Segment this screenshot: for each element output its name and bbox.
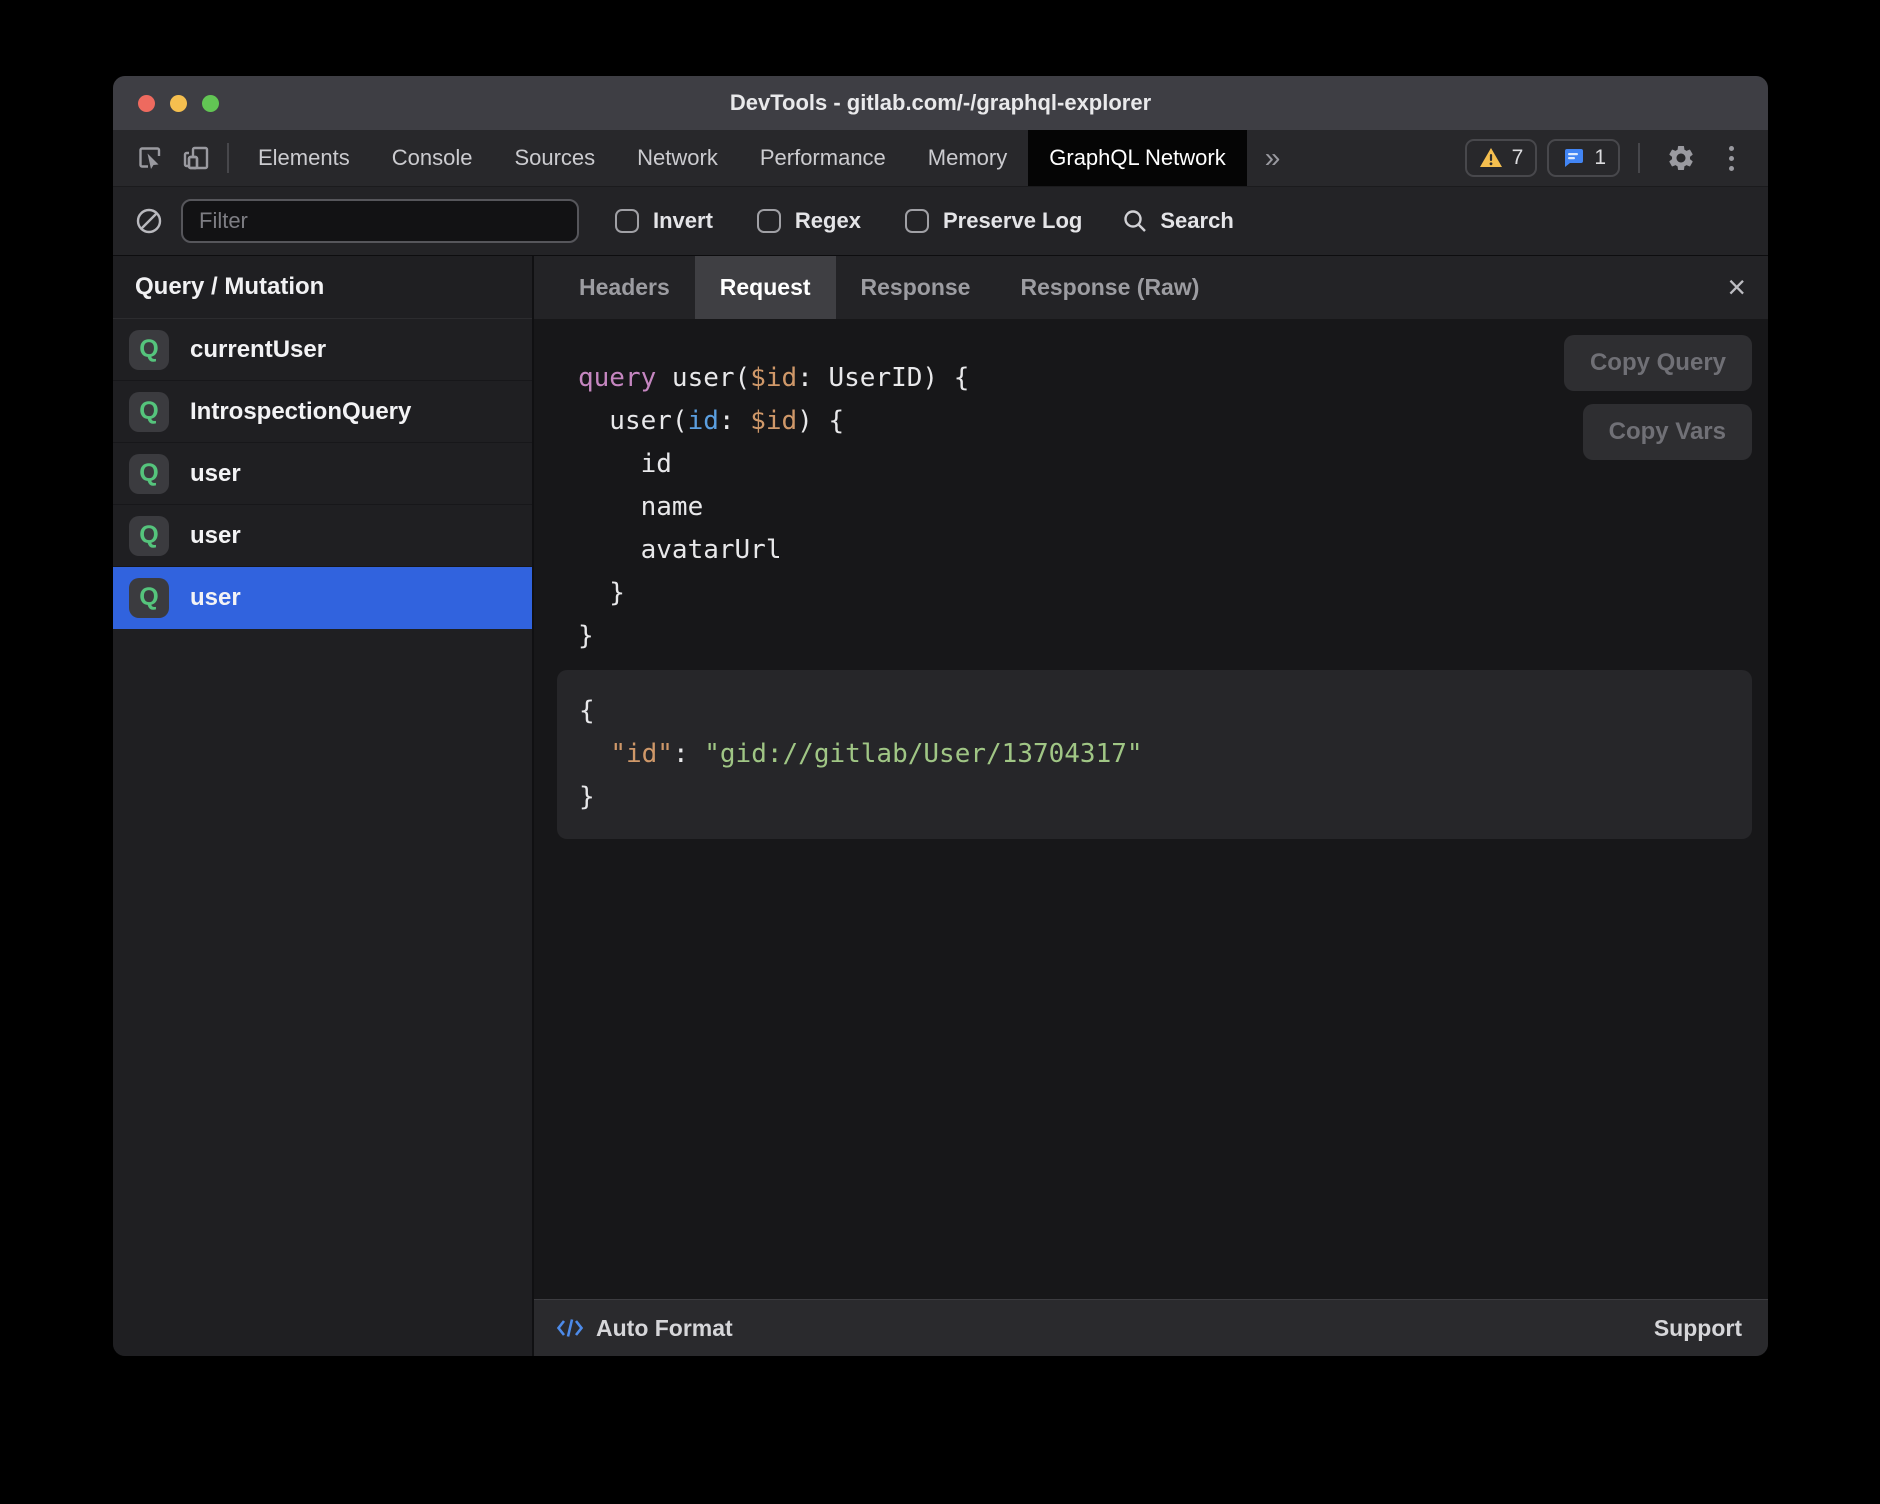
warnings-badge[interactable]: 7 — [1465, 139, 1538, 177]
issues-count: 1 — [1594, 146, 1606, 170]
sidebar-header: Query / Mutation — [113, 256, 532, 319]
close-window-button[interactable] — [138, 95, 155, 112]
tab-graphql-network[interactable]: GraphQL Network — [1028, 130, 1246, 186]
tab-response[interactable]: Response — [836, 256, 996, 319]
support-link[interactable]: Support — [1654, 1315, 1742, 1342]
minimize-window-button[interactable] — [170, 95, 187, 112]
query-type-badge: Q — [129, 392, 169, 432]
checkbox-label: Invert — [653, 208, 713, 234]
title-bar: DevTools - gitlab.com/-/graphql-explorer — [113, 76, 1768, 130]
tab-network[interactable]: Network — [616, 130, 739, 186]
warning-triangle-icon — [1479, 147, 1503, 169]
request-item-user-selected[interactable]: Q user — [113, 567, 532, 629]
request-item-label: currentUser — [190, 336, 326, 364]
tab-elements[interactable]: Elements — [237, 130, 371, 186]
request-list-sidebar: Query / Mutation Q currentUser Q Introsp… — [113, 256, 534, 1356]
devtools-toolbar: Elements Console Sources Network Perform… — [113, 130, 1768, 186]
tab-headers[interactable]: Headers — [554, 256, 695, 319]
more-tabs-icon[interactable]: » — [1247, 130, 1299, 186]
inspect-element-icon[interactable] — [127, 130, 173, 186]
request-item-user[interactable]: Q user — [113, 505, 532, 567]
search-label: Search — [1160, 208, 1233, 234]
toolbar-separator — [227, 143, 229, 173]
request-item-introspectionQuery[interactable]: Q IntrospectionQuery — [113, 381, 532, 443]
auto-format-label: Auto Format — [596, 1315, 733, 1342]
clear-icon[interactable] — [135, 207, 163, 235]
window-title: DevTools - gitlab.com/-/graphql-explorer — [730, 90, 1151, 116]
issues-badge[interactable]: 1 — [1547, 139, 1620, 177]
request-item-label: user — [190, 460, 241, 488]
detail-tab-bar: Headers Request Response Response (Raw) … — [534, 256, 1768, 319]
detail-footer: Auto Format Support — [534, 1299, 1768, 1356]
devtools-window: DevTools - gitlab.com/-/graphql-explorer… — [113, 76, 1768, 1356]
request-item-label: IntrospectionQuery — [190, 398, 411, 426]
more-options-icon[interactable] — [1714, 146, 1748, 171]
preserve-log-checkbox[interactable]: Preserve Log — [905, 208, 1082, 234]
query-type-badge: Q — [129, 516, 169, 556]
zoom-window-button[interactable] — [202, 95, 219, 112]
regex-checkbox[interactable]: Regex — [757, 208, 861, 234]
search-icon — [1122, 208, 1148, 234]
query-type-badge: Q — [129, 578, 169, 618]
query-type-badge: Q — [129, 454, 169, 494]
auto-format-button[interactable]: Auto Format — [556, 1315, 733, 1342]
warnings-count: 7 — [1512, 146, 1524, 170]
query-variables-block: { "id": "gid://gitlab/User/13704317"} — [557, 670, 1752, 839]
checkbox-label: Regex — [795, 208, 861, 234]
query-type-badge: Q — [129, 330, 169, 370]
device-toolbar-icon[interactable] — [173, 130, 219, 186]
checkbox-box[interactable] — [905, 209, 929, 233]
filter-bar: Invert Regex Preserve Log Search — [113, 186, 1768, 256]
invert-checkbox[interactable]: Invert — [615, 208, 713, 234]
checkbox-label: Preserve Log — [943, 208, 1082, 234]
tab-response-raw[interactable]: Response (Raw) — [995, 256, 1224, 319]
request-item-currentUser[interactable]: Q currentUser — [113, 319, 532, 381]
message-bubble-icon — [1561, 146, 1585, 170]
copy-vars-button[interactable]: Copy Vars — [1583, 404, 1752, 460]
copy-query-button[interactable]: Copy Query — [1564, 335, 1752, 391]
request-item-user[interactable]: Q user — [113, 443, 532, 505]
close-icon[interactable]: × — [1727, 256, 1746, 319]
settings-gear-icon[interactable] — [1658, 143, 1704, 173]
filter-input[interactable] — [181, 199, 579, 243]
request-item-label: user — [190, 522, 241, 550]
tab-performance[interactable]: Performance — [739, 130, 907, 186]
traffic-lights — [138, 76, 219, 130]
request-item-label: user — [190, 584, 241, 612]
code-brackets-icon — [556, 1316, 584, 1340]
tab-console[interactable]: Console — [371, 130, 494, 186]
request-detail-panel: Headers Request Response Response (Raw) … — [534, 256, 1768, 1356]
search-button[interactable]: Search — [1122, 208, 1233, 234]
checkbox-box[interactable] — [757, 209, 781, 233]
request-body: Copy Query Copy Vars query user($id: Use… — [534, 319, 1768, 1299]
tab-request[interactable]: Request — [695, 256, 836, 319]
tab-memory[interactable]: Memory — [907, 130, 1028, 186]
checkbox-box[interactable] — [615, 209, 639, 233]
toolbar-separator — [1638, 143, 1640, 173]
tab-sources[interactable]: Sources — [493, 130, 616, 186]
